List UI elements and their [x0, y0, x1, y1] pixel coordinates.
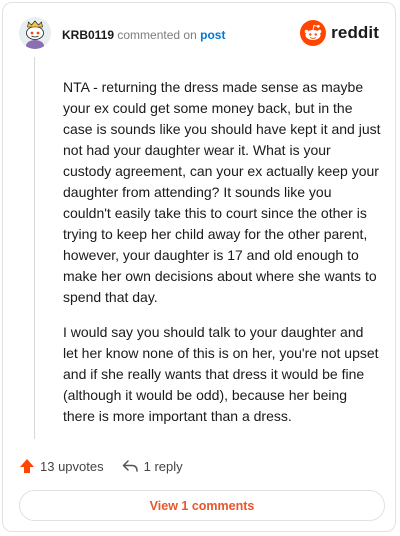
- reply-button[interactable]: 1 reply: [122, 459, 183, 474]
- reddit-wordmark: reddit: [331, 23, 379, 42]
- view-comments-button[interactable]: View 1 comments: [19, 490, 385, 521]
- action-text: commented on: [117, 28, 197, 42]
- comment-card: KRB0119 commented on post reddit NTA - r…: [2, 2, 396, 532]
- reply-arrow-icon: [122, 460, 138, 472]
- thread-line: [34, 57, 35, 439]
- reply-count: 1 reply: [143, 458, 183, 474]
- comment-header: KRB0119 commented on post reddit: [17, 17, 381, 53]
- comment-actions: 13 upvotes 1 reply: [19, 455, 201, 477]
- upvote-button[interactable]: 13 upvotes: [19, 458, 104, 474]
- comment-paragraph: I would say you should talk to your daug…: [63, 324, 379, 424]
- comment-body: NTA - returning the dress made sense as …: [63, 77, 381, 441]
- upvote-count: 13 upvotes: [40, 458, 104, 474]
- snoo-avatar-icon: [19, 17, 51, 49]
- username-link[interactable]: KRB0119: [62, 28, 114, 42]
- post-link[interactable]: post: [200, 28, 225, 42]
- reddit-logo-icon: [300, 20, 327, 46]
- upvote-arrow-icon: [20, 459, 34, 473]
- comment-byline: KRB0119 commented on post: [62, 28, 225, 42]
- comment-paragraph: NTA - returning the dress made sense as …: [63, 79, 381, 305]
- user-avatar[interactable]: [19, 17, 51, 49]
- reddit-brand[interactable]: reddit: [300, 19, 379, 47]
